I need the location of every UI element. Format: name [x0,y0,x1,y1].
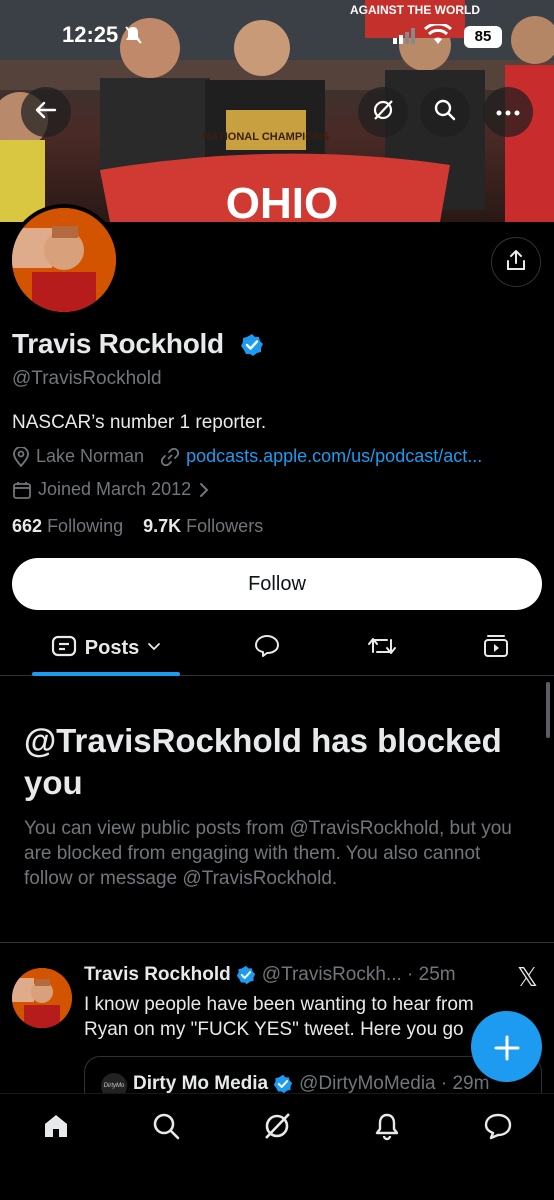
arrow-left-icon [35,99,57,126]
share-profile-button[interactable] [491,237,541,287]
follow-stats: 662 Following 9.7K Followers [12,516,263,537]
silent-bell-icon [123,25,143,50]
location-icon [12,446,30,467]
tweet-author-name[interactable]: Travis Rockhold [84,964,231,986]
quote-header: Dirty Mo Media @DirtyMoMedia · 29m [133,1073,489,1095]
following-stat[interactable]: 662 Following [12,516,123,536]
bottom-navigation [0,1093,554,1200]
bell-icon [372,1111,402,1146]
compose-post-button[interactable] [471,1011,542,1082]
media-icon [482,633,510,664]
blocked-notice-description: You can view public posts from @TravisRo… [24,818,512,889]
followers-stat[interactable]: 9.7K Followers [143,516,263,536]
profile-handle: @TravisRockhold [12,368,162,389]
tab-media[interactable] [474,620,518,676]
status-bar: 12:25 85 [0,0,554,70]
profile-website-link[interactable]: podcasts.apple.com/us/podcast/act... [186,446,482,467]
following-label: Following [47,516,124,536]
repost-icon [367,634,397,663]
status-time: 12:25 [62,22,119,47]
tab-replies[interactable] [245,620,289,676]
search-icon [433,98,457,127]
tweet-author-avatar[interactable] [12,968,72,1028]
calendar-icon [12,480,32,500]
grok-icon [262,1111,292,1146]
nav-messages[interactable] [480,1110,516,1146]
posts-filter-icon [51,635,77,662]
share-icon [505,249,527,276]
verified-badge-icon [236,965,256,985]
tab-reposts[interactable] [360,620,404,676]
verified-badge-icon [273,1074,293,1094]
followers-label: Followers [186,516,264,536]
tweet-text[interactable]: I know people have been wanting to hear … [84,992,514,1042]
home-icon [41,1111,71,1146]
profile-bio: NASCAR’s number 1 reporter. [12,412,267,433]
battery-indicator: 85 [464,26,502,48]
nav-grok[interactable] [259,1110,295,1146]
verified-badge-icon[interactable] [240,333,264,362]
plus-icon [494,1025,520,1069]
profile-joined-date: Joined March 2012 [38,479,192,499]
message-icon [483,1111,513,1146]
profile-tabs: Posts [0,620,554,676]
grok-button[interactable] [358,87,408,137]
active-tab-indicator [32,672,180,676]
scrollbar[interactable] [546,682,550,738]
search-button[interactable] [420,87,470,137]
banner-flag-text: OHIO [226,179,338,222]
chevron-down-icon [147,639,161,657]
section-divider [0,942,554,943]
nav-home[interactable] [38,1110,74,1146]
back-button[interactable] [21,87,71,137]
search-icon [151,1111,181,1146]
followers-count: 9.7K [143,516,182,536]
profile-meta-location: Lake Norman podcasts.apple.com/us/podcas… [12,446,482,467]
profile-location: Lake Norman [36,446,145,466]
profile-display-name: Travis Rockhold [12,328,224,359]
follow-button[interactable]: Follow [12,558,542,610]
following-count: 662 [12,516,43,536]
profile-banner[interactable]: AGAINST THE WORLD NATIONAL CHAMPIONS OHI… [0,0,554,222]
banner-shirt-text: NATIONAL CHAMPIONS [203,131,329,143]
more-icon [496,103,520,121]
wifi-icon [423,22,453,51]
tweet-author-handle-time: @TravisRockh... · 25m [261,964,456,985]
tab-posts[interactable]: Posts [32,620,180,676]
quote-author-handle-time: @DirtyMoMedia · 29m [299,1073,490,1094]
profile-avatar[interactable] [8,204,120,316]
reply-icon [253,633,281,664]
blocked-notice-title: @TravisRockhold has blocked you [24,722,502,801]
tweet-header: Travis Rockhold @TravisRockh... · 25m [84,964,456,986]
tab-posts-label: Posts [84,636,140,659]
grok-icon [371,98,395,127]
profile-meta-joined[interactable]: Joined March 2012 [12,479,215,500]
x-logo-icon: 𝕏 [517,962,538,992]
link-icon [160,447,180,467]
chevron-right-icon [199,482,209,498]
nav-notifications[interactable] [369,1110,405,1146]
more-options-button[interactable] [483,87,533,137]
cellular-signal-icon [393,28,415,49]
nav-search[interactable] [148,1110,184,1146]
quote-author-name: Dirty Mo Media [133,1073,269,1094]
